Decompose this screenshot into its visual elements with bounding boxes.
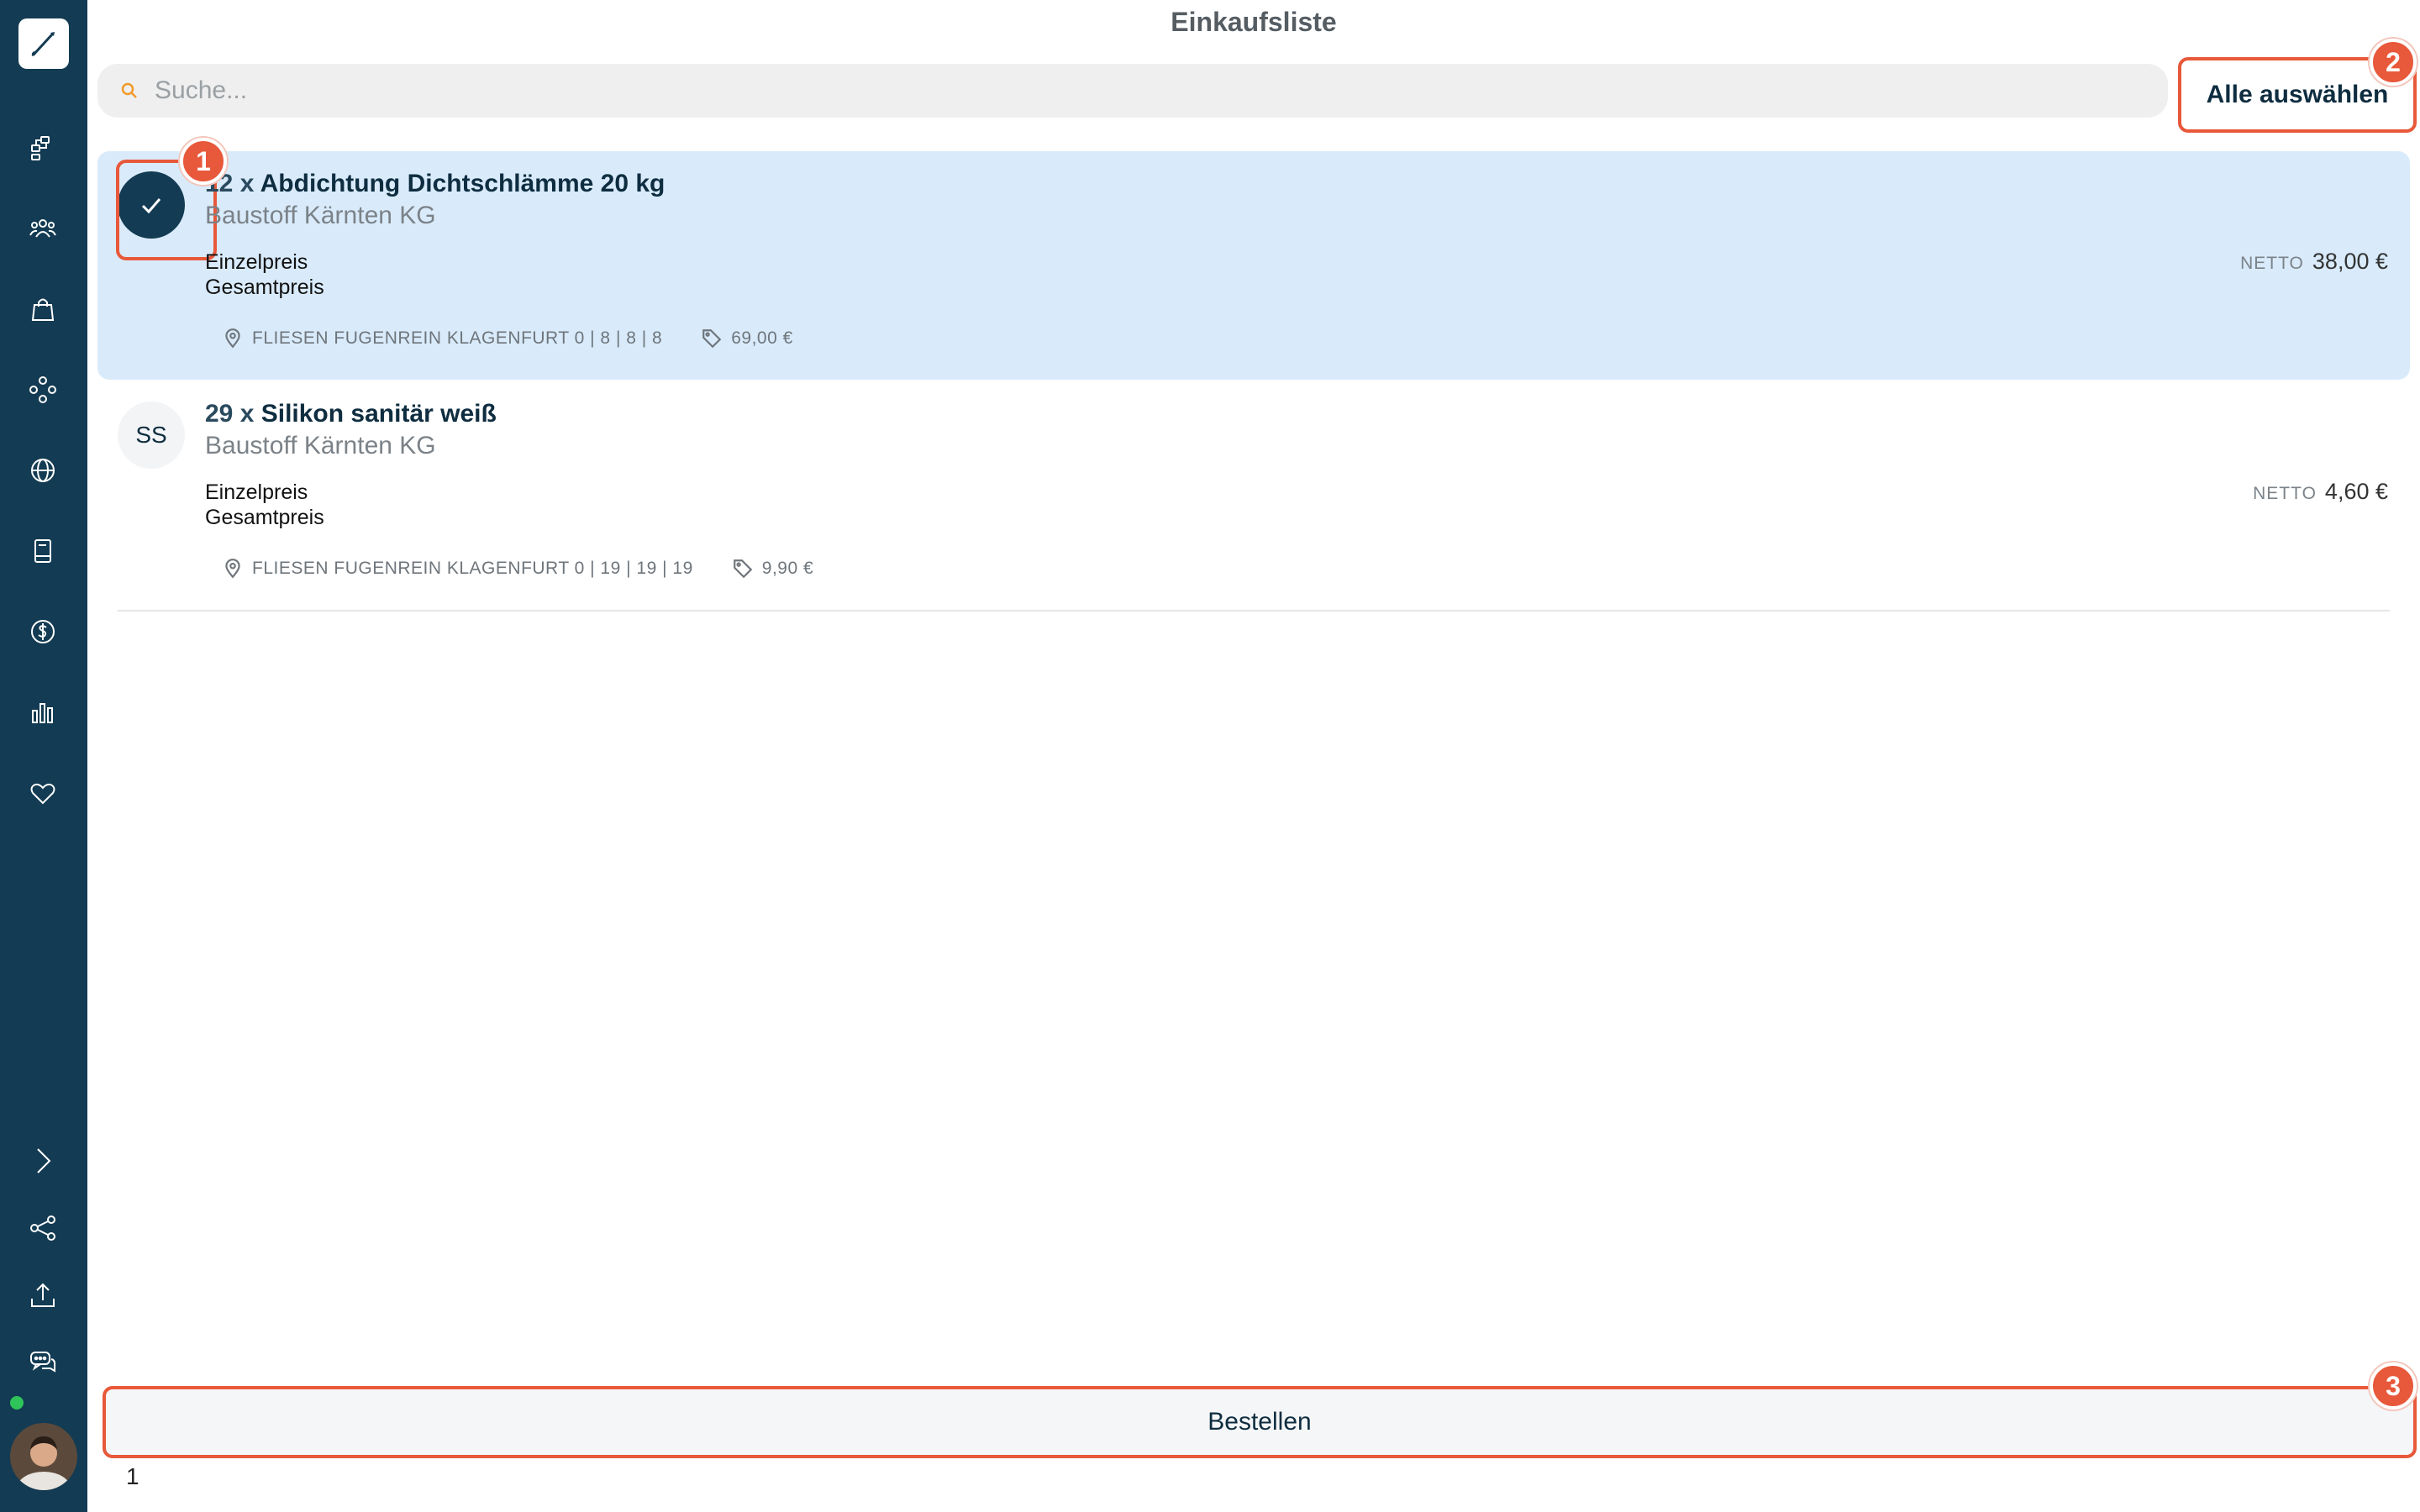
price-tag-icon: [733, 559, 753, 579]
item-name: Silikon sanitär weiß: [260, 400, 497, 428]
item-initials-avatar[interactable]: SS: [118, 402, 185, 469]
main-content: Einkaufsliste Alle auswählen 2 12 x Abdi…: [87, 0, 2420, 1512]
brush-logo-icon: [31, 32, 55, 56]
netto-price-block: NETTO 38,00 €: [2240, 249, 2388, 275]
sidebar: [0, 0, 87, 1512]
chevron-right-icon: [37, 1148, 51, 1173]
share-icon: [30, 1215, 55, 1241]
price-tag-icon: [702, 329, 722, 349]
list-item[interactable]: SS 29 x Silikon sanitär weiß Baustoff Kä…: [97, 381, 2410, 610]
item-list-price: 69,00 €: [731, 328, 793, 348]
nav-book[interactable]: [23, 531, 63, 571]
item-supplier: Baustoff Kärnten KG: [205, 202, 436, 229]
team-icon: [29, 219, 56, 238]
location-pin-icon: [225, 559, 240, 579]
unit-price-label: Einzelpreis: [205, 250, 308, 274]
list-divider: [118, 610, 2390, 612]
search-icon: [121, 82, 137, 98]
unit-price-label: Einzelpreis: [205, 480, 308, 504]
user-avatar[interactable]: [10, 1423, 77, 1490]
item-meta: FLIESEN FUGENREIN KLAGENFURT 0 | 19 | 19…: [222, 558, 813, 580]
page-title: Einkaufsliste: [1171, 7, 1337, 37]
netto-price: 38,00 €: [2312, 249, 2388, 274]
nav-expand[interactable]: [23, 1141, 63, 1181]
nav-team[interactable]: [23, 208, 63, 249]
netto-label: NETTO: [2253, 484, 2317, 503]
nav-chat[interactable]: [23, 1342, 63, 1383]
online-status-indicator: [8, 1394, 25, 1411]
shopping-bag-icon: [31, 298, 55, 321]
dollar-icon: [31, 620, 55, 643]
netto-price-block: NETTO 4,60 €: [2253, 479, 2388, 505]
total-price-label: Gesamtpreis: [205, 276, 324, 299]
nav-network[interactable]: [23, 370, 63, 410]
netto-price: 4,60 €: [2324, 479, 2388, 504]
list-item[interactable]: 12 x Abdichtung Dichtschlämme 20 kg Baus…: [97, 151, 2410, 380]
callout-badge-1: 1: [180, 138, 227, 185]
heart-icon: [30, 783, 55, 805]
app-logo[interactable]: [18, 18, 69, 69]
nav-workflow[interactable]: [23, 128, 63, 168]
nav-reports[interactable]: [23, 692, 63, 732]
bar-chart-icon: [32, 703, 53, 723]
upload-icon: [31, 1283, 55, 1307]
network-icon: [29, 376, 56, 403]
netto-label: NETTO: [2240, 254, 2304, 273]
callout-badge-3: 3: [2370, 1362, 2417, 1410]
search-bar[interactable]: [97, 64, 2168, 118]
nav-globe[interactable]: [23, 450, 63, 491]
item-location: FLIESEN FUGENREIN KLAGENFURT 0 | 19 | 19…: [252, 559, 693, 578]
callout-badge-2: 2: [2370, 39, 2417, 86]
search-input[interactable]: [155, 76, 2087, 105]
item-title: 12 x Abdichtung Dichtschlämme 20 kg: [205, 170, 665, 198]
user-photo-icon: [10, 1423, 77, 1490]
location-pin-icon: [225, 328, 240, 349]
globe-icon: [31, 459, 55, 482]
nav-shopping[interactable]: [23, 289, 63, 329]
page-number: 1: [126, 1463, 139, 1489]
nav-share[interactable]: [23, 1208, 63, 1248]
total-price-label: Gesamtpreis: [205, 506, 324, 529]
item-location: FLIESEN FUGENREIN KLAGENFURT 0 | 8 | 8 |…: [252, 328, 663, 348]
item-quantity: 29 x: [205, 400, 255, 428]
book-icon: [34, 539, 51, 563]
item-supplier: Baustoff Kärnten KG: [205, 432, 436, 459]
nav-favorites[interactable]: [23, 773, 63, 813]
nav-finance[interactable]: [23, 612, 63, 652]
chat-icon: [30, 1352, 56, 1373]
item-meta: FLIESEN FUGENREIN KLAGENFURT 0 | 8 | 8 |…: [222, 328, 793, 349]
workflow-icon: [31, 136, 50, 160]
item-list-price: 9,90 €: [761, 559, 814, 578]
nav-upload[interactable]: [23, 1275, 63, 1315]
item-name: Abdichtung Dichtschlämme 20 kg: [260, 170, 666, 197]
item-title: 29 x Silikon sanitär weiß: [205, 400, 497, 428]
order-button[interactable]: Bestellen: [103, 1386, 2417, 1458]
